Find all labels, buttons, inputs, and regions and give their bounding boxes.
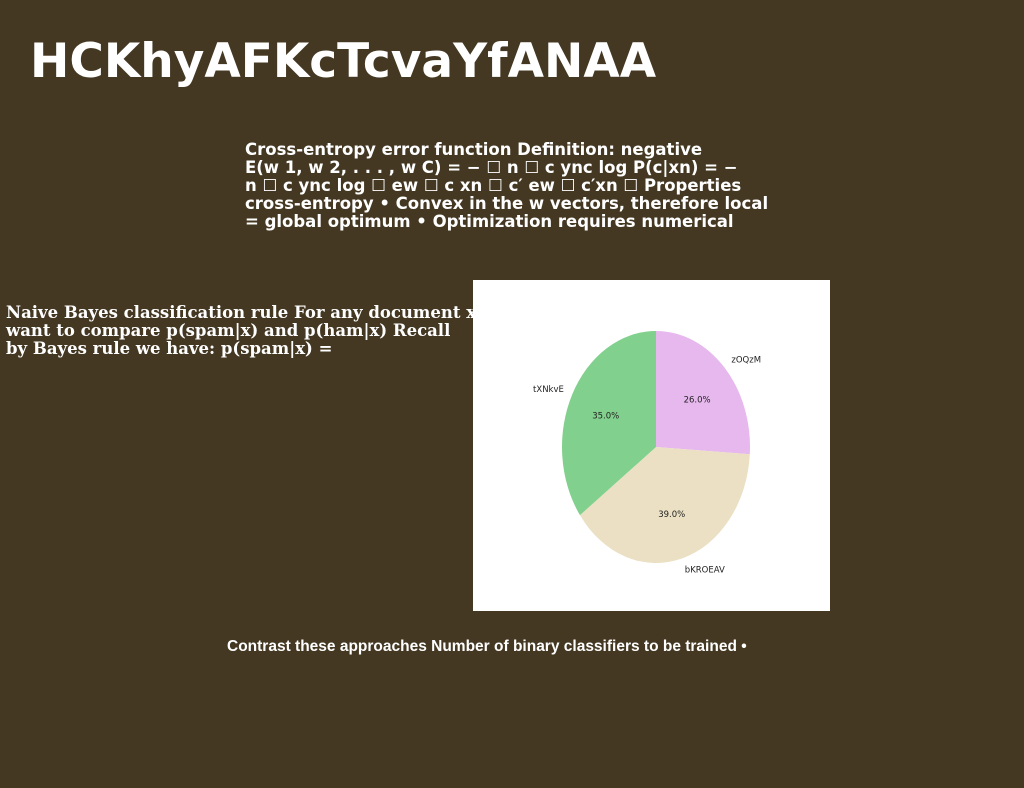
text-line: n ☐ c ync log ☐ ew ☐ c xn ☐ c′ ew ☐ c′xn… <box>245 176 742 195</box>
pie-chart-panel: 26.0% zOQzM 39.0% bKROEAV 35.0% tXNkvE <box>473 280 830 611</box>
text-line: E(w 1, w 2, . . . , w C) = − ☐ n ☐ c ync… <box>245 158 738 177</box>
bottom-caption: Contrast these approaches Number of bina… <box>227 638 747 655</box>
cross-entropy-text-block: Cross-entropy error function Definition:… <box>245 140 769 231</box>
pie-value-label: 35.0% <box>592 411 619 421</box>
pie-category-label: bKROEAV <box>685 566 725 576</box>
text-line: Cross-entropy error function Definition:… <box>245 140 703 159</box>
slide-title: HCKhyAFKcTcvaYfANAA <box>30 34 657 89</box>
pie-chart: 26.0% zOQzM 39.0% bKROEAV 35.0% tXNkvE <box>533 331 761 576</box>
pie-value-label: 39.0% <box>658 510 685 520</box>
text-line: want to compare p(spam|x) and p(ham|x) R… <box>6 321 451 340</box>
text-line: cross-entropy • Convex in the w vectors,… <box>245 194 769 213</box>
text-line: Naive Bayes classification rule For any … <box>6 303 482 322</box>
pie-value-label: 26.0% <box>684 395 711 405</box>
text-line: by Bayes rule we have: p(spam|x) = <box>6 339 333 358</box>
text-line: = global optimum • Optimization requires… <box>245 212 734 231</box>
pie-category-label: tXNkvE <box>533 385 564 395</box>
naive-bayes-text-block: Naive Bayes classification rule For any … <box>6 303 482 358</box>
pie-slice-zOQzM <box>656 331 750 455</box>
pie-category-label: zOQzM <box>731 356 761 366</box>
